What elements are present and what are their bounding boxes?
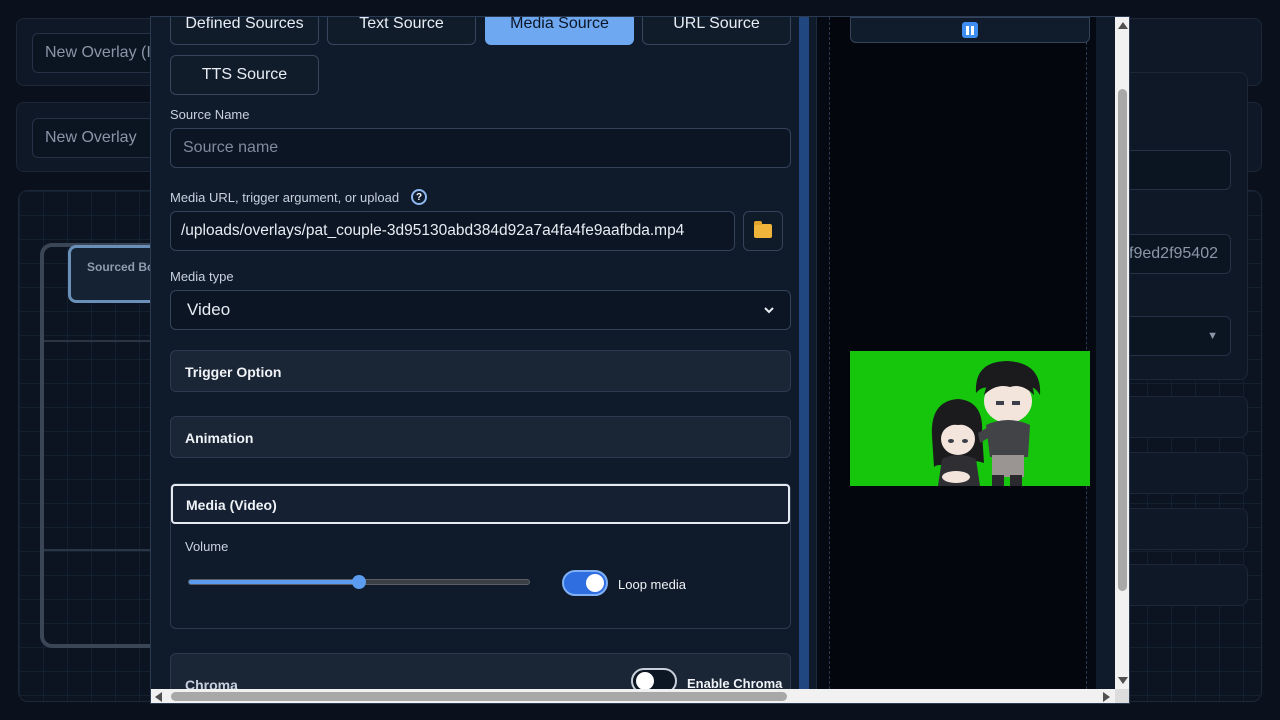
volume-label: Volume [185,539,229,554]
vertical-scroll-thumb[interactable] [1118,89,1127,591]
trigger-option-section[interactable]: Trigger Option [170,350,791,392]
video-preview [850,351,1090,486]
enable-chroma-label: Enable Chroma [687,676,783,689]
media-type-value: Video [187,300,231,319]
toggle-knob [586,574,604,592]
chevron-down-icon [764,303,774,317]
vertical-scrollbar[interactable] [1115,17,1129,689]
tab-media-source[interactable]: Media Source [485,17,634,45]
folder-icon [754,221,772,238]
chevron-down-icon: ▼ [1207,330,1218,342]
source-editor-form: Defined Sources Text Source Media Source… [151,17,799,689]
video-frame-image [850,351,1090,486]
scroll-down-arrow-icon[interactable] [1118,677,1128,684]
overlay-name-input-1[interactable]: New Overlay (I [32,33,162,73]
media-video-title: Media (Video) [186,497,277,513]
tab-url-source[interactable]: URL Source [642,17,791,45]
trigger-option-title: Trigger Option [185,364,282,380]
scroll-up-arrow-icon[interactable] [1118,22,1128,29]
upload-button[interactable] [743,211,783,251]
loop-media-label: Loop media [618,577,686,592]
pause-button[interactable] [850,17,1090,43]
horizontal-scrollbar[interactable] [151,689,1115,703]
scroll-left-arrow-icon[interactable] [155,692,162,702]
media-video-header[interactable]: Media (Video) [171,484,790,524]
panel-resize-handle[interactable] [799,17,809,689]
tab-defined-sources[interactable]: Defined Sources [170,17,319,45]
toggle-knob [636,672,654,689]
media-type-select[interactable]: Video [170,290,791,330]
media-video-section: Media (Video) Volume Loop media [170,483,791,629]
source-editor-modal: Defined Sources Text Source Media Source… [150,16,1130,704]
media-type-label: Media type [170,269,234,284]
volume-slider-fill [189,580,359,584]
volume-slider-thumb[interactable] [352,575,366,589]
overlay-name-input-2[interactable]: New Overlay [32,118,162,158]
loop-media-toggle[interactable] [562,570,608,596]
preview-stage [829,17,1090,689]
pause-icon [962,22,978,38]
media-url-label: Media URL, trigger argument, or upload [170,190,400,205]
chroma-section[interactable]: Chroma Enable Chroma [170,653,791,689]
scroll-right-arrow-icon[interactable] [1103,692,1110,702]
enable-chroma-toggle[interactable] [631,668,677,689]
animation-title: Animation [185,430,254,446]
canvas-divider [44,340,164,342]
help-icon[interactable]: ? [411,189,427,205]
source-name-label: Source Name [170,107,250,122]
canvas-divider [44,549,164,551]
horizontal-scroll-thumb[interactable] [171,692,787,701]
source-name-input[interactable]: Source name [170,128,791,168]
chroma-title: Chroma [185,677,238,689]
scrollbar-corner [1115,689,1129,703]
media-url-input[interactable]: /uploads/overlays/pat_couple-3d95130abd3… [170,211,735,251]
volume-slider[interactable] [188,575,530,589]
tab-text-source[interactable]: Text Source [327,17,476,45]
preview-panel [816,17,1096,689]
tab-tts-source[interactable]: TTS Source [170,55,319,95]
animation-section[interactable]: Animation [170,416,791,458]
